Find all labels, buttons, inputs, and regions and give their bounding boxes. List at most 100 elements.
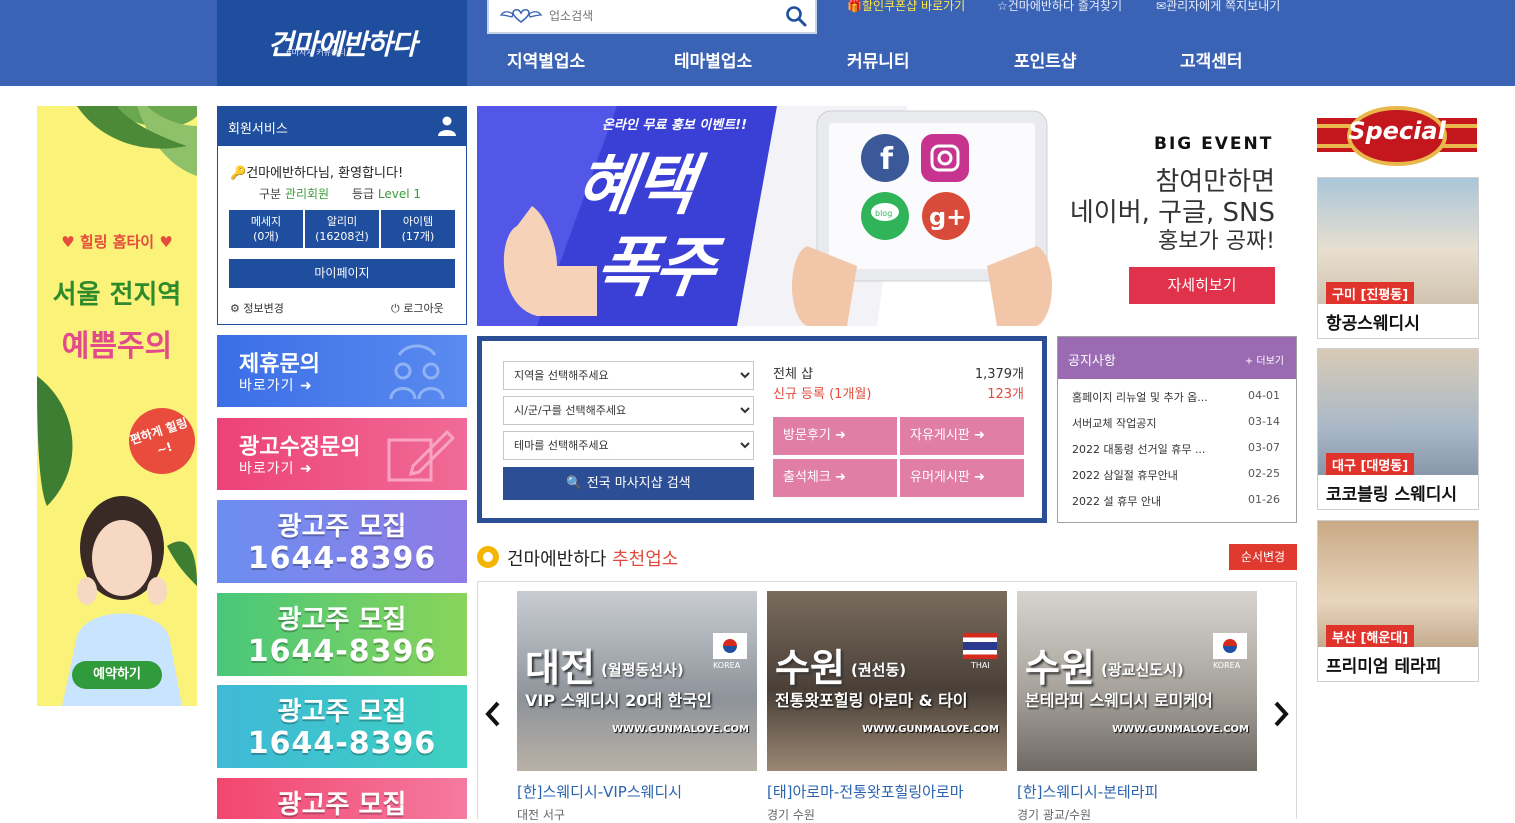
card-description: VIP 스웨디시 20대 한국인 bbox=[525, 691, 712, 710]
theme-select[interactable]: 테마를 선택해주세요 bbox=[503, 431, 754, 460]
cta-title: 광고수정문의 bbox=[239, 435, 361, 460]
cta-subtitle: 바로가기 ➜ bbox=[239, 378, 313, 394]
nav-theme[interactable]: 테마별업소 bbox=[674, 47, 752, 72]
region-select[interactable]: 지역을 선택해주세요 bbox=[503, 361, 754, 390]
ad-subheadline: 예쁨주의 bbox=[61, 329, 173, 364]
notice-date: 02-25 bbox=[1248, 467, 1280, 480]
free-board-button[interactable]: 자유게시판 ➜ bbox=[900, 417, 1024, 455]
special-item[interactable]: 구미 [진평동] 항공스웨디시 bbox=[1317, 177, 1479, 339]
notice-item[interactable]: 2022 대통령 선거일 휴무 ... bbox=[1072, 441, 1205, 457]
gift-icon: 🎁 bbox=[847, 0, 862, 13]
cta-subtitle: 바로가기 ➜ bbox=[239, 461, 313, 477]
notice-header: 공지사항 + 더보기 bbox=[1058, 337, 1296, 379]
card-flag-label: THAI bbox=[971, 661, 990, 670]
svg-text:g+: g+ bbox=[929, 203, 966, 231]
advertiser-recruit-banner-3[interactable]: 광고주 모집 1644-8396 bbox=[217, 685, 467, 768]
welcome-message: 🔑건마에반하다님, 환영합니다! bbox=[230, 166, 404, 181]
chevron-left-icon[interactable] bbox=[483, 700, 503, 728]
cta-title: 제휴문의 bbox=[239, 352, 320, 377]
notice-item[interactable]: 서버교체 작업공지 bbox=[1072, 415, 1156, 431]
card-url: WWW.GUNMALOVE.COM bbox=[862, 724, 999, 735]
reorder-button[interactable]: 순서변경 bbox=[1229, 544, 1297, 570]
card-url: WWW.GUNMALOVE.COM bbox=[612, 724, 749, 735]
new-shop-count: 123개 bbox=[987, 387, 1024, 402]
member-service-panel: 회원서비스 🔑건마에반하다님, 환영합니다! 구분 관리회원 등급 Level … bbox=[217, 106, 467, 325]
bookmark-icon: ☆ bbox=[997, 0, 1008, 13]
advertiser-recruit-banner-1[interactable]: 광고주 모집 1644-8396 bbox=[217, 500, 467, 583]
left-side-banner[interactable]: ♥ 힐링 홈타이 ♥ 서울 전지역 예쁨주의 편하게 힐링~! 예약하기 bbox=[37, 106, 197, 706]
card-city: 대전 bbox=[525, 646, 595, 690]
attendance-check-button[interactable]: 출석체크 ➜ bbox=[773, 459, 897, 497]
notice-date: 03-14 bbox=[1248, 415, 1280, 428]
item-count[interactable]: 아이템 (17개) bbox=[381, 210, 455, 248]
wing-heart-icon bbox=[499, 9, 543, 23]
advertiser-recruit-banner-2[interactable]: 광고주 모집 1644-8396 bbox=[217, 593, 467, 676]
arrow-circle-icon: ➜ bbox=[834, 428, 846, 443]
logo-subtitle: #마사지 커뮤니티 bbox=[285, 48, 346, 57]
message-count[interactable]: 메세지 (0개) bbox=[229, 210, 303, 248]
partnership-inquiry-banner[interactable]: 제휴문의 바로가기 ➜ bbox=[217, 335, 467, 407]
city-select[interactable]: 시/군/구를 선택해주세요 bbox=[503, 396, 754, 425]
card-caption[interactable]: [태]아로마-전통왓포힐링아로마 bbox=[767, 781, 1007, 802]
svg-text:f: f bbox=[880, 142, 894, 177]
notice-item[interactable]: 홈페이지 리뉴얼 및 추가 옵... bbox=[1072, 389, 1208, 405]
recommend-card[interactable]: 수원 (권선동) THAI 전통왓포힐링 아로마 & 타이 WWW.GUNMAL… bbox=[767, 591, 1007, 823]
new-shop-label: 신규 등록 (1개월) bbox=[773, 387, 872, 402]
ad-edit-inquiry-banner[interactable]: 광고수정문의 바로가기 ➜ bbox=[217, 418, 467, 490]
logout-link[interactable]: ⏻ 로그아웃 bbox=[391, 300, 444, 316]
notice-title: 공지사항 bbox=[1068, 354, 1116, 369]
grade-value: 관리회원 bbox=[284, 187, 330, 201]
notice-date: 03-07 bbox=[1248, 441, 1280, 454]
total-shop-label: 전체 샵 bbox=[773, 367, 814, 382]
edit-profile-link[interactable]: ⚙ 정보변경 bbox=[230, 300, 284, 316]
card-description: 전통왓포힐링 아로마 & 타이 bbox=[775, 691, 968, 710]
message-admin-link[interactable]: ✉관리자에게 쪽지보내기 bbox=[1156, 0, 1280, 14]
special-item[interactable]: 부산 [해운대] 프리미엄 테라피 bbox=[1317, 520, 1479, 682]
recommend-card[interactable]: 수원 (광교신도시) KOREA 본테라피 스웨디시 로미케어 WWW.GUNM… bbox=[1017, 591, 1257, 823]
card-location: 대전 서구 bbox=[517, 808, 565, 822]
search-icon[interactable] bbox=[785, 5, 807, 27]
nav-region[interactable]: 지역별업소 bbox=[507, 47, 585, 72]
arrow-circle-icon: ➜ bbox=[973, 428, 985, 443]
member-grade: 구분 관리회원 등급 Level 1 bbox=[259, 187, 422, 201]
advertiser-recruit-banner-4[interactable]: 광고주 모집 bbox=[217, 778, 467, 819]
mypage-button[interactable]: 마이페이지 bbox=[229, 259, 455, 288]
korea-flag-icon bbox=[1213, 633, 1247, 659]
nav-community[interactable]: 커뮤니티 bbox=[847, 47, 910, 72]
event-detail-button[interactable]: 자세히보기 bbox=[1129, 267, 1275, 304]
nav-customer-center[interactable]: 고객센터 bbox=[1180, 47, 1243, 72]
card-area: (월평동선사) bbox=[601, 661, 684, 679]
card-area: (광교신도시) bbox=[1101, 661, 1184, 679]
special-name: 항공스웨디시 bbox=[1326, 314, 1420, 334]
card-caption[interactable]: [한]스웨디시-본테라피 bbox=[1017, 781, 1257, 802]
ad-headline: 서울 전지역 bbox=[52, 280, 182, 310]
notice-item[interactable]: 2022 설 휴무 안내 bbox=[1072, 493, 1161, 509]
notification-count[interactable]: 알리미 (16208건) bbox=[305, 210, 379, 248]
special-item[interactable]: 대구 [대명동] 코코블링 스웨디시 bbox=[1317, 348, 1479, 510]
visit-review-button[interactable]: 방문후기 ➜ bbox=[773, 417, 897, 455]
reserve-button[interactable]: 예약하기 bbox=[72, 661, 162, 689]
card-flag-label: KOREA bbox=[713, 661, 741, 670]
humor-board-button[interactable]: 유머게시판 ➜ bbox=[900, 459, 1024, 497]
event-tag: 온라인 무료 홍보 이벤트!! bbox=[602, 118, 748, 133]
bookmark-link[interactable]: ☆건마에반하다 즐겨찾기 bbox=[997, 0, 1122, 14]
svg-text:blog: blog bbox=[875, 209, 892, 218]
thailand-flag-icon bbox=[963, 633, 997, 659]
recommend-card[interactable]: 대전 (월평동선사) KOREA VIP 스웨디시 20대 한국인 WWW.GU… bbox=[517, 591, 757, 823]
card-flag-label: KOREA bbox=[1213, 661, 1241, 670]
card-caption[interactable]: [한]스웨디시-VIP스웨디시 bbox=[517, 781, 757, 802]
recommend-title: 건마에반하다 추천업소 bbox=[507, 549, 679, 570]
shop-photo: 수원 (권선동) THAI 전통왓포힐링 아로마 & 타이 WWW.GUNMAL… bbox=[767, 591, 1007, 771]
chevron-right-icon[interactable] bbox=[1271, 700, 1291, 728]
notice-item[interactable]: 2022 삼일절 휴무안내 bbox=[1072, 467, 1178, 483]
special-location: 부산 [해운대] bbox=[1326, 625, 1415, 648]
notice-more-link[interactable]: + 더보기 bbox=[1245, 352, 1284, 367]
event-banner[interactable]: f g+ blog 온라인 무료 홍보 이벤트!! 혜택 폭주 BIG EVEN… bbox=[477, 106, 1297, 326]
site-logo[interactable]: 건마에반하다 bbox=[217, 0, 467, 86]
coupon-shop-link[interactable]: 🎁할인쿠폰샵 바로가기 bbox=[847, 0, 965, 14]
korea-flag-icon bbox=[713, 633, 747, 659]
nav-point-shop[interactable]: 포인트샵 bbox=[1014, 47, 1077, 72]
search-input[interactable] bbox=[549, 9, 779, 23]
nationwide-search-button[interactable]: 🔍 전국 마사지샵 검색 bbox=[503, 467, 754, 500]
arrow-circle-icon: ➜ bbox=[834, 470, 846, 485]
